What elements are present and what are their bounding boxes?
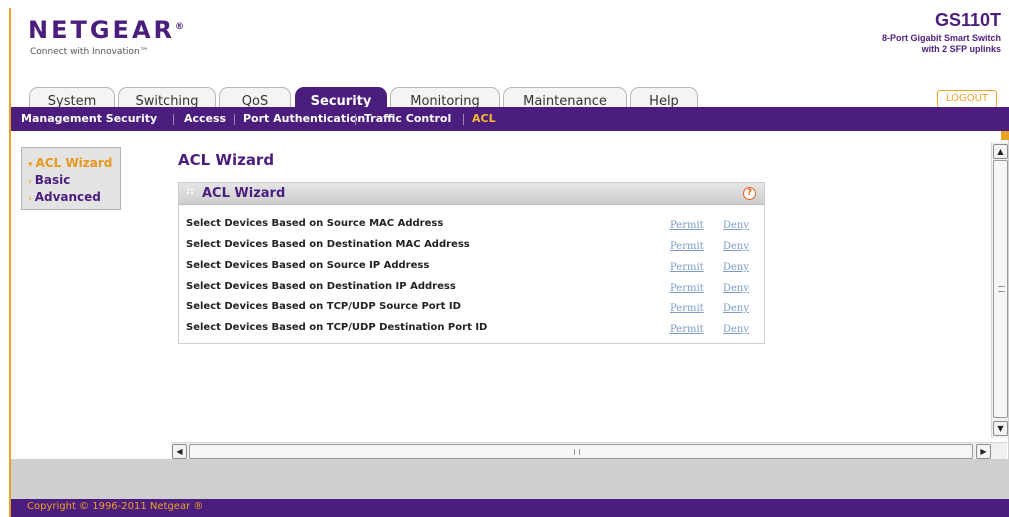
row-label: Select Devices Based on Destination IP A… — [186, 281, 456, 292]
model-description-line: with 2 SFP uplinks — [921, 44, 1001, 54]
model-name: GS110T — [934, 10, 1001, 30]
left-navigation: ▾ ACL Wizard › Basic › Advanced — [21, 147, 121, 210]
row-label: Select Devices Based on Destination MAC … — [186, 239, 470, 250]
table-row: Select Devices Based on TCP/UDP Source P… — [179, 299, 764, 319]
brand-tagline: Connect with Innovation™ — [30, 47, 149, 57]
row-label: Select Devices Based on Source IP Addres… — [186, 260, 430, 271]
left-edge — [0, 0, 9, 517]
vertical-scroll-thumb[interactable] — [993, 160, 1008, 418]
scroll-right-button[interactable]: ▶ — [976, 444, 991, 459]
scroll-down-button[interactable]: ▼ — [993, 421, 1008, 436]
permit-link[interactable]: Permit — [670, 262, 704, 273]
permit-link[interactable]: Permit — [670, 324, 704, 335]
subnav-separator — [463, 114, 464, 125]
top-edge — [9, 0, 1009, 8]
table-row: Select Devices Based on Destination MAC … — [179, 237, 764, 257]
subnav-separator — [173, 114, 174, 125]
scroll-up-button[interactable]: ▲ — [993, 144, 1008, 159]
grip-icon — [998, 286, 1005, 292]
permit-link[interactable]: Permit — [670, 283, 704, 294]
vertical-scrollbar[interactable]: ▲ ▼ — [991, 142, 1008, 438]
permit-link[interactable]: Permit — [670, 220, 704, 231]
horizontal-scrollbar[interactable]: ◀ ▶ — [171, 442, 1007, 459]
leftnav-item-label: ACL Wizard — [35, 156, 113, 170]
leftnav-item-acl-wizard[interactable]: ▾ ACL Wizard — [28, 156, 112, 170]
deny-link[interactable]: Deny — [723, 220, 749, 231]
subnav-port-authentication[interactable]: Port Authentication — [243, 112, 365, 125]
grip-icon — [574, 449, 580, 455]
copyright-text: Copyright © 1996-2011 Netgear ® — [27, 501, 204, 512]
subnav-separator — [234, 114, 235, 125]
brand-logo[interactable]: NETGEAR® — [28, 16, 184, 44]
subnav-access[interactable]: Access — [184, 112, 226, 125]
acl-wizard-panel: :: ACL Wizard ? Select Devices Based on … — [178, 182, 765, 344]
leftnav-item-label: Advanced — [34, 190, 101, 204]
brand-name: NETGEAR — [28, 16, 175, 44]
chevron-right-icon: › — [28, 194, 32, 204]
leftnav-item-advanced[interactable]: › Advanced — [28, 190, 101, 204]
leftnav-item-label: Basic — [34, 173, 71, 187]
chevron-right-icon: › — [28, 177, 32, 187]
deny-link[interactable]: Deny — [723, 262, 749, 273]
table-row: Select Devices Based on Source IP Addres… — [179, 258, 764, 278]
table-row: Select Devices Based on TCP/UDP Destinat… — [179, 320, 764, 340]
logout-button[interactable]: LOGOUT — [937, 90, 997, 108]
deny-link[interactable]: Deny — [723, 283, 749, 294]
app-window: NETGEAR® Connect with Innovation™ GS110T… — [0, 0, 1009, 517]
deny-link[interactable]: Deny — [723, 303, 749, 314]
deny-link[interactable]: Deny — [723, 324, 749, 335]
panel-title: ACL Wizard — [202, 186, 286, 201]
leftnav-item-basic[interactable]: › Basic — [28, 173, 70, 187]
footer: Copyright © 1996-2011 Netgear ® — [11, 499, 1009, 517]
subnav-acl[interactable]: ACL — [472, 112, 496, 125]
sub-navigation: Management Security Access Port Authenti… — [11, 107, 1009, 131]
row-label: Select Devices Based on TCP/UDP Source P… — [186, 301, 461, 312]
brand-registered-mark: ® — [175, 22, 184, 32]
subnav-management-security[interactable]: Management Security — [21, 112, 157, 125]
subnav-separator — [355, 114, 356, 125]
grip-icon: :: — [186, 186, 194, 197]
chevron-down-icon: ▾ — [28, 160, 33, 170]
bottom-band — [11, 459, 1009, 499]
subnav-bottom-band — [11, 131, 1009, 140]
permit-link[interactable]: Permit — [670, 303, 704, 314]
page-title: ACL Wizard — [178, 151, 275, 169]
table-row: Select Devices Based on Destination IP A… — [179, 279, 764, 299]
subnav-traffic-control[interactable]: Traffic Control — [364, 112, 451, 125]
scroll-left-button[interactable]: ◀ — [172, 444, 187, 459]
permit-link[interactable]: Permit — [670, 241, 704, 252]
deny-link[interactable]: Deny — [723, 241, 749, 252]
help-icon[interactable]: ? — [743, 187, 756, 200]
row-label: Select Devices Based on Source MAC Addre… — [186, 218, 444, 229]
model-description-line: 8-Port Gigabit Smart Switch — [881, 33, 1001, 43]
panel-header: :: ACL Wizard ? — [179, 183, 764, 205]
horizontal-scroll-thumb[interactable] — [189, 444, 973, 459]
row-label: Select Devices Based on TCP/UDP Destinat… — [186, 322, 488, 333]
model-description: 8-Port Gigabit Smart Switch with 2 SFP u… — [801, 33, 1001, 55]
table-row: Select Devices Based on Source MAC Addre… — [179, 216, 764, 236]
header: NETGEAR® Connect with Innovation™ GS110T… — [11, 8, 1009, 115]
